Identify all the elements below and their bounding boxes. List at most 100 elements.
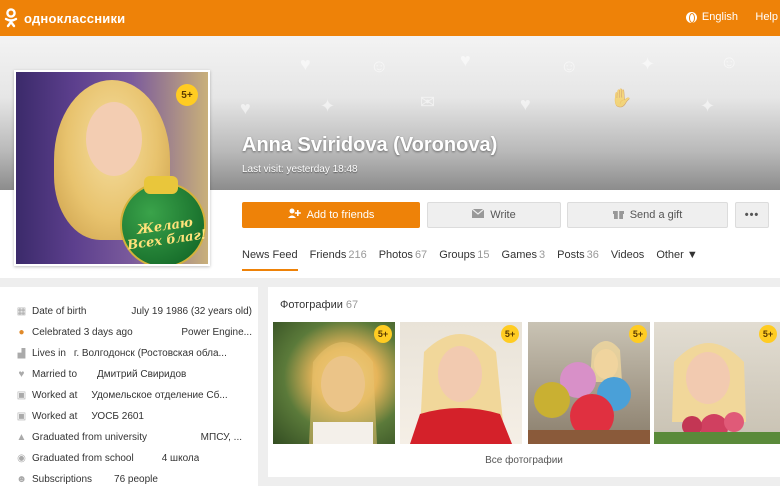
briefcase-icon: ▣: [16, 411, 27, 422]
heart-pattern-icon: ♥: [460, 50, 471, 70]
pattern-icon: ☺: [720, 52, 739, 72]
globe-icon: [685, 11, 697, 23]
photos-header[interactable]: Фотографии 67: [280, 299, 358, 311]
info-value[interactable]: 76 people: [114, 474, 158, 485]
add-to-friends-label: Add to friends: [306, 209, 375, 221]
write-label: Write: [490, 209, 516, 221]
photo-thumbnail[interactable]: 5+: [273, 322, 395, 444]
gift-icon: [612, 208, 624, 222]
top-bar: одноклассники English Help: [0, 0, 780, 36]
all-photos-link[interactable]: Все фотографии: [268, 455, 780, 466]
info-row-school: ◉ Graduated from school 4 школа: [16, 453, 252, 464]
info-label: Married to: [32, 369, 78, 380]
heart-pattern-icon: ♥: [520, 94, 531, 114]
photos-card: Фотографии 67 5+ 5+ 5+ 5+ Все фотографии: [268, 287, 780, 477]
tab-label: Groups: [439, 249, 476, 261]
tab-news-feed[interactable]: News Feed: [242, 249, 298, 271]
tab-label: Other ▼: [656, 249, 698, 261]
info-value[interactable]: УОСБ 2601: [91, 411, 144, 422]
tab-photos[interactable]: Photos 67: [379, 249, 428, 261]
photos-title: Фотографии: [280, 299, 343, 311]
profile-avatar[interactable]: Желаю Всех благ! 5+: [14, 70, 210, 266]
info-row-worked-at: ▣ Worked at Удомельское отделение Сб...: [16, 390, 252, 401]
photo-thumbnail[interactable]: 5+: [528, 322, 650, 444]
info-value[interactable]: Power Engine...: [181, 327, 252, 338]
people-icon: ☻: [16, 474, 27, 485]
info-label: Worked at: [32, 411, 78, 422]
tab-label: News Feed: [242, 249, 298, 261]
info-value[interactable]: Дмитрий Свиридов: [97, 369, 186, 380]
graduation-cap-icon: ▲: [16, 432, 27, 443]
tab-friends[interactable]: Friends 216: [310, 249, 367, 261]
info-value[interactable]: МПСУ, ...: [201, 432, 242, 443]
info-label: Graduated from university: [32, 432, 148, 443]
photo-thumbnail[interactable]: 5+: [400, 322, 522, 444]
pattern-icon: ✋: [610, 88, 633, 108]
avatar-ornament-bow: [144, 176, 178, 194]
tab-count: 67: [414, 249, 428, 261]
profile-name: Anna Sviridova (Voronova): [242, 134, 498, 156]
rating-badge[interactable]: 5+: [176, 84, 198, 106]
info-value[interactable]: г. Волгодонск (Ростовская обла...: [74, 348, 227, 359]
tab-label: Videos: [610, 249, 645, 261]
language-selector[interactable]: English: [685, 11, 738, 23]
pattern-icon: ✦: [320, 96, 336, 116]
tab-label: Posts: [557, 249, 585, 261]
pattern-icon: ☺: [370, 56, 389, 76]
tab-groups[interactable]: Groups 15: [439, 249, 489, 261]
about-card: ▦ Date of birth July 19 1986 (32 years o…: [0, 287, 258, 486]
rating-badge[interactable]: 5+: [759, 325, 777, 343]
site-logo[interactable]: одноклассники: [4, 8, 125, 28]
rating-badge[interactable]: 5+: [629, 325, 647, 343]
tab-count: 3: [538, 249, 546, 261]
rating-badge[interactable]: 5+: [501, 325, 519, 343]
balloons-icon: ●: [18, 327, 25, 338]
info-label: Lives in: [32, 348, 66, 359]
tab-count: 216: [348, 249, 367, 261]
add-to-friends-button[interactable]: Add to friends: [242, 202, 420, 228]
info-label: Date of birth: [32, 306, 87, 317]
school-icon: ◉: [17, 453, 26, 464]
send-gift-label: Send a gift: [629, 209, 683, 221]
avatar-photo: Желаю Всех благ! 5+: [16, 72, 208, 264]
pattern-icon: ✦: [640, 54, 656, 74]
help-link[interactable]: Help: [755, 11, 778, 23]
info-row-birthday: ▦ Date of birth July 19 1986 (32 years o…: [16, 306, 252, 317]
tab-count: 15: [477, 249, 490, 261]
photo-thumbnail[interactable]: 5+: [654, 322, 780, 444]
send-gift-button[interactable]: Send a gift: [567, 202, 728, 228]
write-button[interactable]: Write: [427, 202, 561, 228]
info-label: Celebrated 3 days ago: [32, 327, 133, 338]
logo-text: одноклассники: [24, 10, 126, 26]
info-label: Worked at: [32, 390, 78, 401]
tab-other[interactable]: Other ▼: [656, 249, 697, 261]
info-value[interactable]: 4 школа: [162, 453, 200, 464]
avatar-face: [86, 102, 142, 176]
add-user-icon: [287, 208, 301, 222]
info-label: Graduated from school: [32, 453, 134, 464]
photos-count: 67: [345, 299, 359, 311]
pattern-icon: ✉: [420, 92, 436, 112]
tab-count: 36: [586, 249, 599, 261]
pattern-icon: ☺: [560, 56, 579, 76]
heart-pattern-icon: ♥: [300, 54, 311, 74]
tab-videos[interactable]: Videos: [611, 249, 644, 261]
info-row-celebrated: ● Celebrated 3 days ago Power Engine...: [16, 327, 252, 338]
more-actions-button[interactable]: •••: [735, 202, 769, 228]
info-row-lives-in: ▟ Lives in г. Волгодонск (Ростовская обл…: [16, 348, 252, 359]
ok-logo-icon: [4, 8, 18, 28]
info-row-subscriptions: ☻ Subscriptions 76 people: [16, 474, 252, 485]
envelope-icon: [471, 208, 485, 221]
profile-tabs: News Feed Friends 216 Photos 67 Groups 15 G…: [242, 249, 710, 271]
tab-posts[interactable]: Posts 36: [557, 249, 599, 261]
tab-games[interactable]: Games 3: [502, 249, 546, 261]
pattern-icon: ✦: [700, 96, 716, 116]
info-value[interactable]: Удомельское отделение Сб...: [91, 390, 227, 401]
hearts-icon: ♥: [18, 369, 25, 380]
city-icon: ▟: [17, 348, 26, 359]
language-label: English: [701, 11, 738, 23]
info-row-married: ♥ Married to Дмитрий Свиридов: [16, 369, 252, 380]
info-row-worked-at: ▣ Worked at УОСБ 2601: [16, 411, 252, 422]
rating-badge[interactable]: 5+: [374, 325, 392, 343]
calendar-icon: ▦: [16, 306, 27, 317]
